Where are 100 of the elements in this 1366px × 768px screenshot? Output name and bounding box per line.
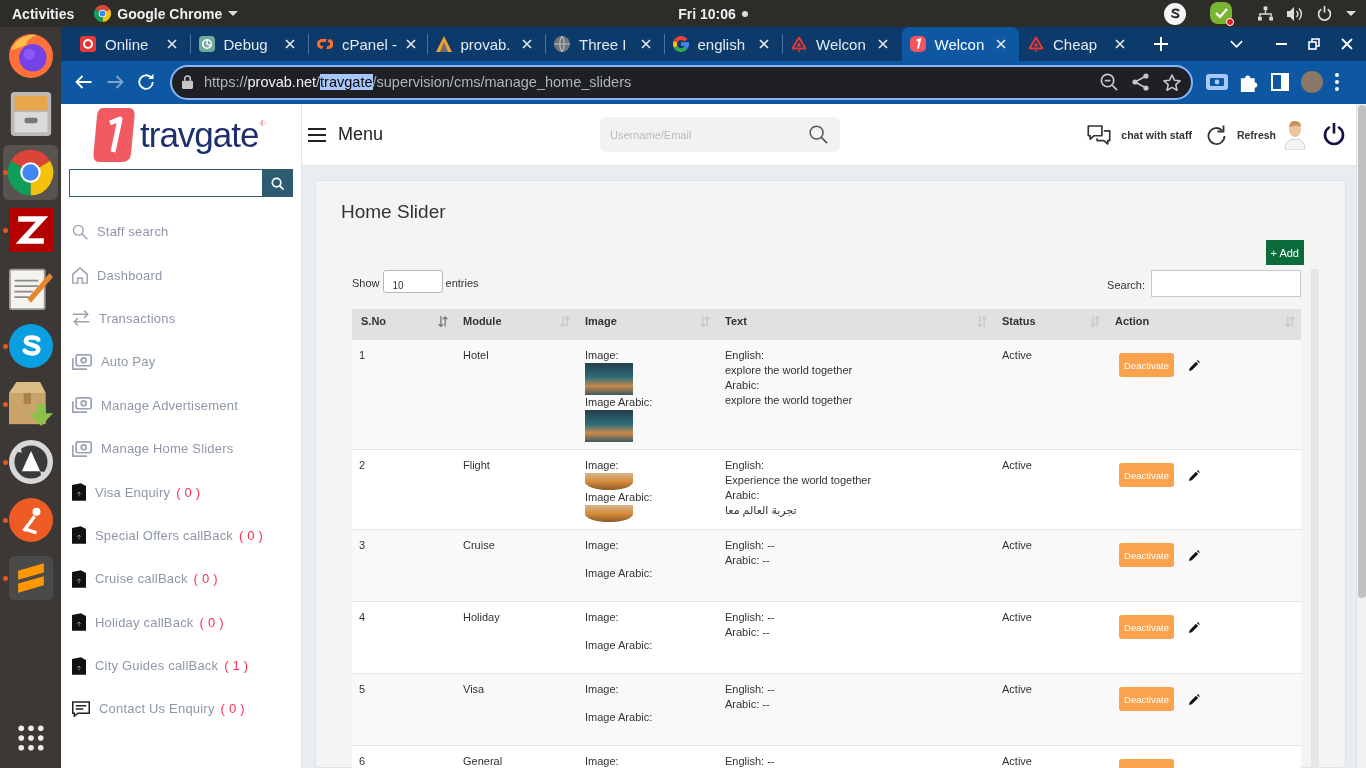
browser-tab[interactable]: Debug	[190, 27, 308, 61]
kebab-menu-icon[interactable]	[1335, 73, 1339, 91]
cell-text: English: --	[725, 610, 775, 625]
flame-globe-icon[interactable]	[8, 34, 53, 78]
column-header[interactable]: Status	[993, 309, 1106, 340]
browser-tab[interactable]: Welcon	[783, 27, 901, 61]
sidebar-item[interactable]: Special Offers callBack ( 0 )	[61, 513, 301, 558]
browser-tab[interactable]: english	[664, 27, 782, 61]
drawer-icon[interactable]	[8, 92, 53, 136]
app-menu[interactable]: Google Chrome	[94, 5, 239, 22]
refresh-button[interactable]: Refresh	[1206, 124, 1276, 145]
close-icon[interactable]	[285, 39, 295, 49]
caret-icon[interactable]	[1346, 11, 1356, 16]
pencil-icon[interactable]	[1189, 549, 1200, 561]
reload-icon[interactable]	[137, 73, 155, 91]
table-search-field[interactable]	[1151, 269, 1301, 297]
sidebar-item[interactable]: Visa Enquiry ( 0 )	[61, 470, 301, 514]
chevron-down-icon[interactable]	[1230, 40, 1243, 48]
image-label: Image Arabic:	[585, 490, 653, 505]
close-icon[interactable]	[877, 39, 888, 49]
sidebar-item[interactable]: Cruise callBack ( 0 )	[61, 557, 301, 601]
show-label: Show	[352, 277, 380, 289]
column-header[interactable]: S.No	[352, 309, 454, 340]
sync-circle-icon[interactable]	[8, 440, 53, 484]
share-icon[interactable]	[1132, 73, 1149, 91]
table-cell: General	[463, 755, 503, 767]
circle-logo-icon[interactable]	[3, 144, 58, 200]
triangle-logo-icon	[1028, 36, 1044, 52]
logo-text[interactable]: travgate	[140, 115, 259, 155]
sidebar-item[interactable]: Holiday callBack ( 0 )	[61, 600, 301, 644]
pencil-icon[interactable]	[1189, 469, 1200, 481]
logo-icon[interactable]	[93, 108, 135, 162]
browser-tab[interactable]: Cheap	[1020, 27, 1138, 61]
browser-tab[interactable]: cPanel -	[309, 27, 427, 61]
close-icon[interactable]	[759, 39, 769, 49]
column-header[interactable]: Module	[454, 309, 576, 340]
volume-icon[interactable]	[1287, 5, 1303, 22]
swirl-circle-icon[interactable]	[8, 324, 53, 368]
avatar-icon[interactable]	[1284, 119, 1306, 150]
browser-tab[interactable]: Three I	[546, 27, 664, 61]
zigzag-tile-icon[interactable]	[8, 208, 53, 252]
close-icon[interactable]	[640, 39, 651, 49]
close-icon[interactable]	[166, 39, 177, 49]
image-label: Image:	[585, 682, 619, 697]
cell-text: English:	[725, 458, 765, 473]
scrollbar-track[interactable]	[1356, 104, 1366, 768]
column-header[interactable]: Text	[716, 309, 993, 340]
power-icon[interactable]	[1317, 6, 1332, 21]
item-count: ( 0 )	[193, 571, 218, 587]
search-icon[interactable]	[809, 125, 829, 144]
swirl-badge-icon[interactable]	[1164, 2, 1186, 25]
pencil-icon[interactable]	[1189, 621, 1200, 633]
power-icon[interactable]	[1323, 123, 1345, 146]
scrollbar-thumb[interactable]	[1358, 105, 1366, 598]
add-button[interactable]: + Add	[1265, 240, 1304, 265]
activities-button[interactable]: Activities	[12, 5, 75, 22]
star-icon[interactable]	[1163, 73, 1181, 91]
browser-tab[interactable]: provab.	[427, 27, 545, 61]
cell-text: English: --	[725, 754, 775, 768]
sidebar-item[interactable]: Contact Us Enquiry ( 0 )	[61, 687, 301, 731]
network-icon[interactable]	[1258, 6, 1273, 21]
close-icon[interactable]	[1114, 39, 1125, 49]
close-icon[interactable]	[522, 39, 532, 49]
restore-icon[interactable]	[1308, 38, 1320, 50]
stripes-tile-icon[interactable]	[8, 556, 53, 600]
image-label: Image:	[585, 538, 619, 553]
table-cell: Holiday	[463, 611, 500, 623]
image-label: Image:	[585, 610, 619, 625]
column-header[interactable]: Image	[576, 309, 716, 340]
photo-placeholder	[585, 410, 633, 442]
knot-tile-icon	[198, 36, 215, 52]
arrow-left-icon[interactable]	[75, 73, 93, 91]
table-cell: Cruise	[463, 539, 495, 551]
close-icon[interactable]	[996, 39, 1006, 49]
image-label: Image:	[585, 754, 619, 768]
menu-button[interactable]: Menu	[308, 124, 384, 145]
screen-icon[interactable]	[1206, 74, 1228, 90]
notepad-pencil-icon[interactable]	[8, 266, 53, 310]
sidebar-item[interactable]: City Guides callBack ( 1 )	[61, 643, 301, 688]
app-grid-icon[interactable]	[17, 725, 44, 751]
column-header[interactable]: Action	[1106, 309, 1301, 340]
pencil-icon[interactable]	[1189, 693, 1200, 705]
clock[interactable]: Fri 10:06	[678, 5, 748, 22]
zoom-out-icon[interactable]	[1100, 73, 1118, 91]
search-field[interactable]: Username/Email	[600, 117, 841, 152]
page-title: Home Slider	[341, 201, 446, 223]
search-button[interactable]	[262, 169, 293, 197]
search-field[interactable]	[69, 169, 262, 197]
chat-button[interactable]: chat with staff	[1087, 124, 1192, 145]
box-download-icon[interactable]	[8, 382, 53, 426]
table-cell: 4	[359, 611, 366, 623]
entries-select[interactable]: 10	[382, 270, 443, 293]
pencil-icon[interactable]	[1189, 359, 1200, 371]
close-icon[interactable]	[406, 39, 417, 49]
side-panel-icon[interactable]	[1271, 73, 1289, 91]
check-badge-icon[interactable]	[1210, 1, 1234, 26]
browser-tab[interactable]: Welcon	[901, 27, 1019, 61]
plus-icon[interactable]	[1153, 37, 1168, 51]
browser-tab[interactable]: Online	[72, 27, 190, 61]
figure-circle-icon[interactable]	[8, 498, 53, 542]
